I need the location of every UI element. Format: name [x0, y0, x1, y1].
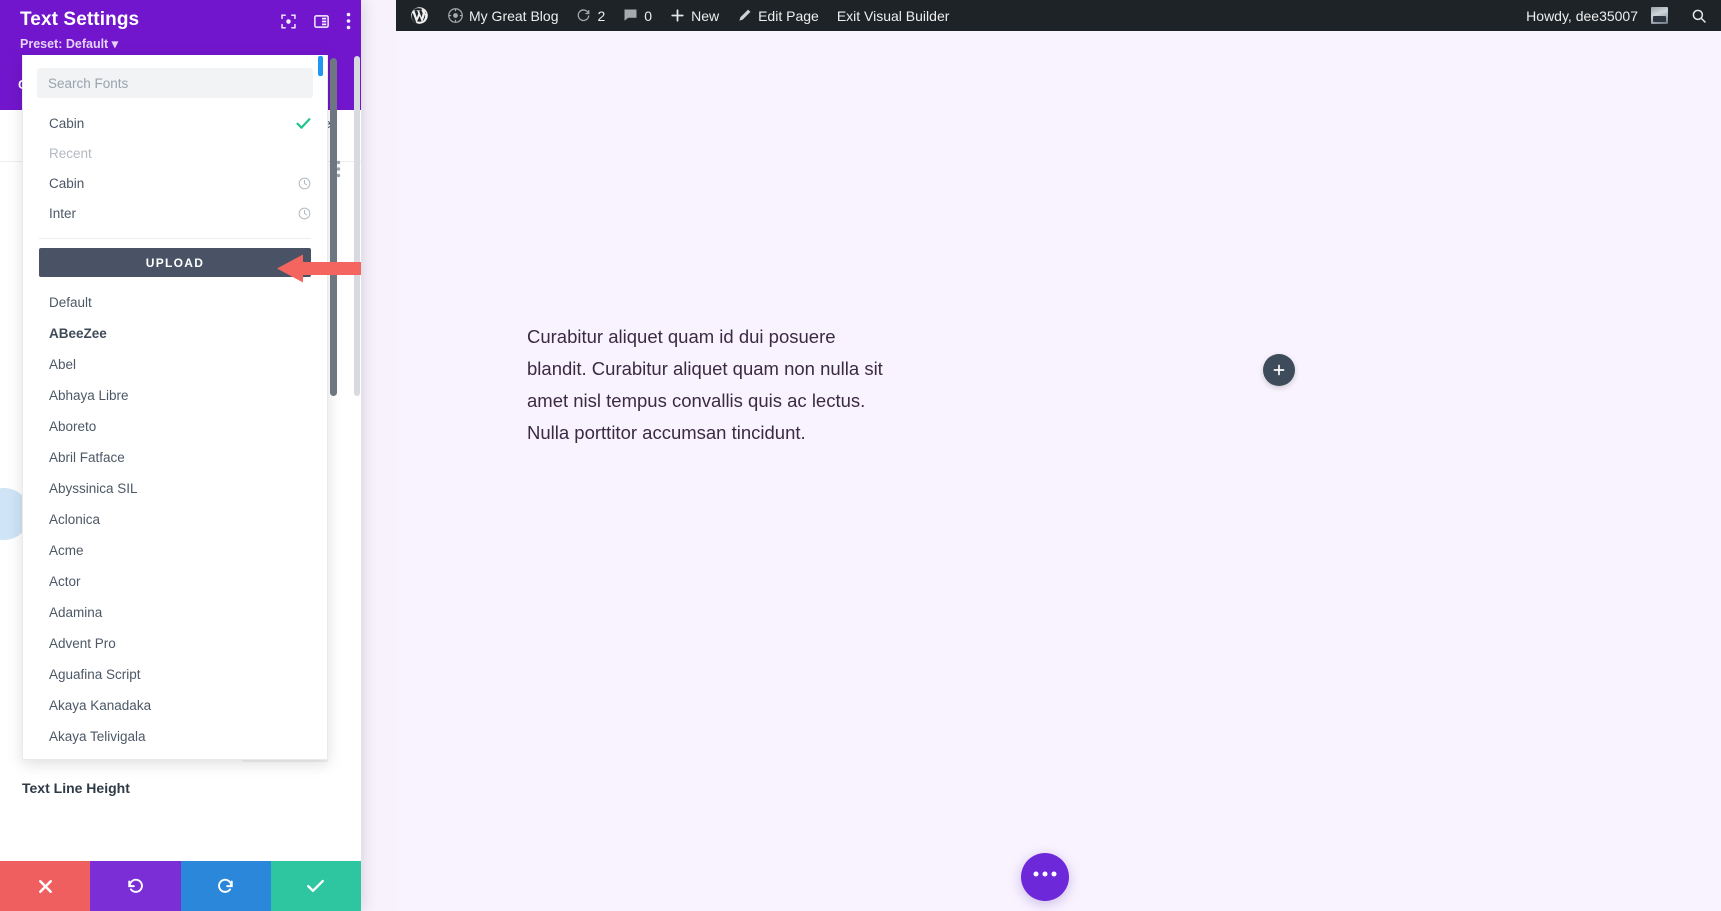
undo-icon [126, 877, 145, 896]
font-option-recent-0[interactable]: Cabin [23, 168, 327, 198]
clock-icon [298, 177, 311, 190]
adminbar-edit-label: Edit Page [758, 9, 819, 23]
check-icon [296, 117, 311, 130]
visual-builder-canvas: Curabitur aliquet quam id dui posuere bl… [396, 31, 1721, 911]
plus-icon [1272, 363, 1286, 377]
close-icon [37, 878, 54, 895]
text-settings-panel: Text Settings Preset: Default ▾ [0, 0, 361, 911]
font-list-item[interactable]: Abhaya Libre [23, 380, 327, 411]
adminbar-howdy-label: Howdy, dee35007 [1526, 9, 1638, 23]
preset-selector[interactable]: Preset: Default ▾ [20, 36, 347, 51]
font-dropdown-scrollbar[interactable] [330, 58, 337, 396]
font-select-dropdown: Cabin Recent Cabin Inter UPLO [22, 55, 328, 760]
adminbar-new-content[interactable]: New [661, 0, 728, 31]
pencil-icon [737, 8, 752, 23]
comments-icon [623, 8, 638, 23]
adminbar-right-group: Howdy, dee35007 [1517, 0, 1721, 31]
font-search-wrap [23, 55, 327, 108]
panel-header-icons [280, 12, 351, 30]
adminbar-my-account[interactable]: Howdy, dee35007 [1517, 0, 1677, 31]
adminbar-new-label: New [691, 9, 719, 23]
kebab-menu-icon[interactable] [346, 12, 351, 30]
search-icon[interactable] [1677, 8, 1721, 24]
adminbar-exit-label: Exit Visual Builder [837, 9, 950, 23]
upload-font-button[interactable]: UPLOAD [39, 248, 311, 277]
chevron-down-icon: ▾ [108, 37, 118, 51]
adminbar-edit-page[interactable]: Edit Page [728, 0, 828, 31]
dashboard-icon [448, 8, 463, 23]
text-line-height-label: Text Line Height [22, 780, 130, 796]
text-module-paragraph[interactable]: Curabitur aliquet quam id dui posuere bl… [527, 321, 887, 449]
font-list-item[interactable]: Aboreto [23, 411, 327, 442]
avatar [1651, 7, 1668, 24]
font-list-item[interactable]: Advent Pro [23, 628, 327, 659]
font-list-item[interactable]: Akaya Kanadaka [23, 690, 327, 721]
wordpress-logo-icon[interactable] [396, 6, 439, 25]
font-list-item[interactable]: Actor [23, 566, 327, 597]
adminbar-comments[interactable]: 0 [614, 0, 661, 31]
upload-wrap: UPLOAD [23, 239, 327, 284]
panel-scrollbar[interactable] [354, 56, 360, 396]
panel-header: Text Settings Preset: Default ▾ [0, 0, 361, 63]
panel-action-bar [0, 861, 361, 911]
plus-icon [670, 8, 685, 23]
font-list-item[interactable]: Aclonica [23, 504, 327, 535]
recent-group-label: Recent [23, 139, 327, 168]
clock-icon [298, 207, 311, 220]
preset-label: Preset: Default [20, 37, 108, 51]
updates-count: 2 [597, 9, 605, 23]
builder-menu-fab[interactable] [1021, 853, 1069, 901]
font-list-item[interactable]: Default [23, 287, 327, 318]
font-list-item[interactable]: ABeeZee [23, 318, 327, 349]
adminbar-exit-visual-builder[interactable]: Exit Visual Builder [828, 0, 959, 31]
font-list[interactable]: Default ABeeZee Abel Abhaya Libre Aboret… [23, 284, 327, 759]
font-list-item[interactable]: Abril Fatface [23, 442, 327, 473]
font-list-item[interactable]: Abel [23, 349, 327, 380]
updates-icon [576, 8, 591, 23]
redo-icon [216, 877, 235, 896]
font-list-item[interactable]: Aguafina Script [23, 659, 327, 690]
cancel-button[interactable] [0, 861, 90, 911]
font-option-label: Cabin [49, 176, 84, 191]
font-option-label: Inter [49, 206, 76, 221]
focus-target-icon[interactable] [280, 13, 297, 30]
add-module-button[interactable] [1263, 354, 1295, 386]
layout-toggle-icon[interactable] [313, 13, 330, 30]
undo-button[interactable] [90, 861, 180, 911]
font-list-item[interactable]: Adamina [23, 597, 327, 628]
save-button[interactable] [271, 861, 361, 911]
font-list-item[interactable]: Akaya Telivigala [23, 721, 327, 752]
adminbar-updates[interactable]: 2 [567, 0, 614, 31]
font-option-current[interactable]: Cabin [23, 108, 327, 139]
check-icon [306, 878, 325, 894]
redo-button[interactable] [181, 861, 271, 911]
wp-admin-bar: My Great Blog 2 0 New [396, 0, 1721, 31]
ellipsis-icon [1032, 870, 1058, 878]
font-option-label: Cabin [49, 116, 84, 131]
adminbar-site-name-label: My Great Blog [469, 9, 558, 23]
search-input[interactable] [37, 68, 313, 98]
adminbar-site-name[interactable]: My Great Blog [439, 0, 567, 31]
font-option-recent-1[interactable]: Inter [23, 198, 327, 228]
font-list-item[interactable]: Abyssinica SIL [23, 473, 327, 504]
comments-count: 0 [644, 9, 652, 23]
scrollbar-top-indicator [318, 56, 323, 76]
font-list-item[interactable]: Acme [23, 535, 327, 566]
screen: My Great Blog 2 0 New [0, 0, 1721, 911]
